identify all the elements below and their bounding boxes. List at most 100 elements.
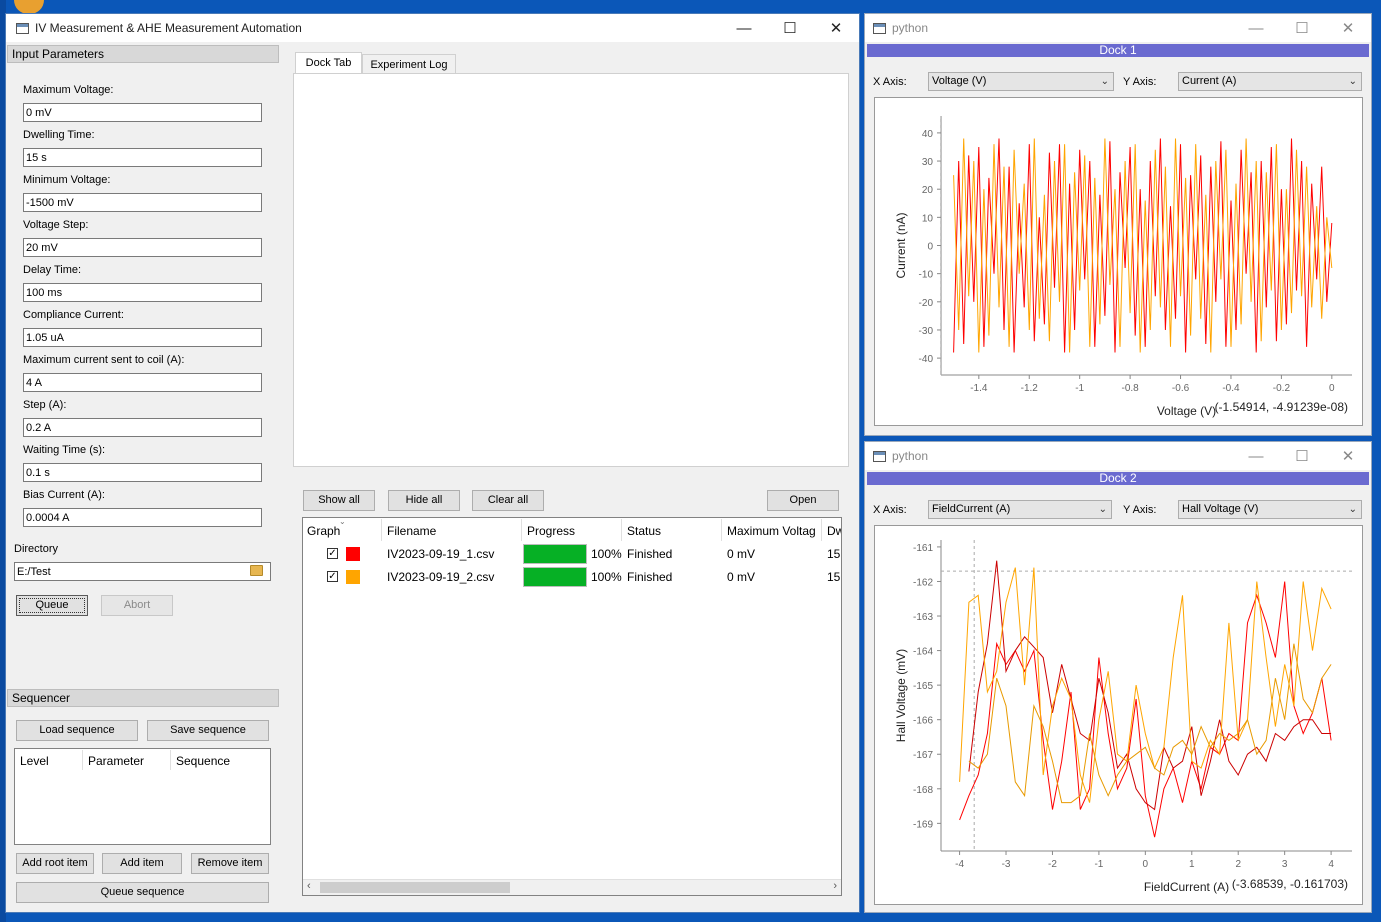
table-row[interactable]: ✓ IV2023-09-19_2.csv 100% Finished 0 mV … bbox=[303, 566, 841, 589]
sequence-col-sequence[interactable]: Sequence bbox=[176, 754, 230, 768]
row-progress-bar bbox=[523, 544, 587, 564]
close-button[interactable]: ✕ bbox=[1325, 14, 1371, 42]
series-line bbox=[959, 567, 1332, 803]
x-tick-label: -0.6 bbox=[1172, 383, 1190, 394]
dock1-bar[interactable]: Dock 1 bbox=[867, 44, 1369, 57]
plot2-area[interactable]: -161 -162 -163 -164 -165 -166 -167 -168 -169 -4 -3… bbox=[874, 525, 1363, 905]
x-tick-label: -0.4 bbox=[1222, 383, 1240, 394]
tab-dock[interactable]: Dock Tab bbox=[295, 52, 362, 74]
param-label: Bias Current (A): bbox=[23, 489, 105, 501]
table-row[interactable]: ✓ IV2023-09-19_1.csv 100% Finished 0 mV … bbox=[303, 543, 841, 566]
param-input[interactable] bbox=[23, 148, 262, 167]
hide-all-button[interactable]: Hide all bbox=[388, 490, 460, 511]
minimize-button[interactable]: — bbox=[1233, 442, 1279, 470]
scrollbar-thumb[interactable] bbox=[320, 882, 510, 893]
directory-input[interactable] bbox=[14, 562, 271, 581]
scroll-right-icon[interactable]: › bbox=[833, 880, 837, 892]
clear-all-button[interactable]: Clear all bbox=[472, 490, 544, 511]
open-button[interactable]: Open bbox=[767, 490, 839, 511]
add-item-button[interactable]: Add item bbox=[102, 853, 182, 874]
y-tick-label: -162 bbox=[913, 577, 933, 588]
y-tick-label: -161 bbox=[913, 543, 933, 554]
queue-sequence-button[interactable]: Queue sequence bbox=[16, 882, 269, 903]
abort-button[interactable]: Abort bbox=[101, 595, 173, 616]
sequence-col-level[interactable]: Level bbox=[20, 754, 49, 768]
x-axis-select[interactable]: Voltage (V) ⌄ bbox=[928, 72, 1114, 91]
y-axis-label: Y Axis: bbox=[1123, 76, 1157, 88]
param-input[interactable] bbox=[23, 418, 262, 437]
load-sequence-button[interactable]: Load sequence bbox=[16, 720, 138, 741]
close-button[interactable]: ✕ bbox=[813, 14, 859, 42]
cursor-readout: (-3.68539, -0.161703) bbox=[1232, 877, 1348, 891]
param-label: Dwelling Time: bbox=[23, 129, 95, 141]
sequence-col-parameter[interactable]: Parameter bbox=[88, 754, 144, 768]
window-title: IV Measurement & AHE Measurement Automat… bbox=[35, 21, 302, 35]
row-color-swatch[interactable] bbox=[346, 547, 360, 561]
folder-icon[interactable] bbox=[250, 565, 263, 576]
param-input[interactable] bbox=[23, 328, 262, 347]
plot1-titlebar[interactable]: python — ☐ ✕ bbox=[865, 14, 1371, 42]
input-parameters-header: Input Parameters bbox=[7, 45, 279, 63]
col-dwell[interactable]: Dw bbox=[827, 524, 841, 538]
plot1-area[interactable]: 40 30 20 10 0 -10 -20 -30 -40 -1.4 -1.2 -1 -0.8 -0.6 -… bbox=[874, 97, 1363, 426]
x-tick-label: -1 bbox=[1075, 383, 1084, 394]
hall-chart[interactable]: -161 -162 -163 -164 -165 -166 -167 -168 -169 -4 -3… bbox=[875, 526, 1362, 904]
y-tick-label: -168 bbox=[913, 785, 933, 796]
y-axis-select[interactable]: Current (A) ⌄ bbox=[1178, 72, 1362, 91]
x-axis-label: X Axis: bbox=[873, 76, 907, 88]
queue-button[interactable]: Queue bbox=[16, 595, 88, 616]
minimize-button[interactable]: — bbox=[721, 14, 767, 42]
add-root-item-button[interactable]: Add root item bbox=[16, 853, 94, 874]
main-titlebar[interactable]: IV Measurement & AHE Measurement Automat… bbox=[6, 14, 859, 42]
row-visible-checkbox[interactable]: ✓ bbox=[327, 548, 338, 559]
row-color-swatch[interactable] bbox=[346, 570, 360, 584]
save-sequence-button[interactable]: Save sequence bbox=[147, 720, 269, 741]
param-label: Voltage Step: bbox=[23, 219, 89, 231]
series-line bbox=[953, 138, 1333, 353]
col-filename[interactable]: Filename bbox=[387, 524, 436, 538]
param-input[interactable] bbox=[23, 463, 262, 482]
dock2-bar[interactable]: Dock 2 bbox=[867, 472, 1369, 485]
column-divider bbox=[82, 750, 83, 770]
row-status: Finished bbox=[627, 547, 673, 561]
param-label: Step (A): bbox=[23, 399, 67, 411]
maximize-button[interactable]: ☐ bbox=[1279, 14, 1325, 42]
y-axis-title: Hall Voltage (mV) bbox=[894, 649, 908, 742]
tab-experiment-log[interactable]: Experiment Log bbox=[362, 54, 456, 74]
col-maximum-voltage[interactable]: Maximum Voltag bbox=[727, 524, 819, 538]
param-input[interactable] bbox=[23, 238, 262, 257]
maximize-button[interactable]: ☐ bbox=[1279, 442, 1325, 470]
scroll-left-icon[interactable]: ‹ bbox=[307, 880, 311, 892]
x-tick-label: 0 bbox=[1143, 859, 1149, 870]
param-input[interactable] bbox=[23, 193, 262, 212]
sequence-tree[interactable]: Level Parameter Sequence bbox=[14, 748, 271, 845]
y-axis-select[interactable]: Hall Voltage (V) ⌄ bbox=[1178, 500, 1362, 519]
x-axis-title: Voltage (V) bbox=[1157, 404, 1216, 418]
plot2-titlebar[interactable]: python — ☐ ✕ bbox=[865, 442, 1371, 470]
close-button[interactable]: ✕ bbox=[1325, 442, 1371, 470]
x-axis-select[interactable]: FieldCurrent (A) ⌄ bbox=[928, 500, 1112, 519]
desktop-app-icon[interactable] bbox=[14, 0, 44, 14]
iv-chart[interactable]: 40 30 20 10 0 -10 -20 -30 -40 -1.4 -1.2 -1 -0.8 -0.6 -… bbox=[875, 98, 1362, 425]
results-table[interactable]: Graph ⌄ Filename Progress Status Maximum… bbox=[302, 517, 842, 896]
maximize-button[interactable]: ☐ bbox=[767, 14, 813, 42]
param-label: Maximum current sent to coil (A): bbox=[23, 354, 185, 366]
param-input[interactable] bbox=[23, 103, 262, 122]
param-input[interactable] bbox=[23, 508, 262, 527]
param-label: Waiting Time (s): bbox=[23, 444, 106, 456]
remove-item-button[interactable]: Remove item bbox=[191, 853, 269, 874]
row-progress-bar bbox=[523, 567, 587, 587]
col-graph[interactable]: Graph bbox=[307, 524, 340, 538]
x-tick-label: -3 bbox=[1002, 859, 1011, 870]
show-all-button[interactable]: Show all bbox=[303, 490, 375, 511]
row-visible-checkbox[interactable]: ✓ bbox=[327, 571, 338, 582]
param-input[interactable] bbox=[23, 373, 262, 392]
plot-window-1: python — ☐ ✕ Dock 1 X Axis: Voltage (V) ⌄… bbox=[864, 13, 1372, 436]
param-input[interactable] bbox=[23, 283, 262, 302]
col-progress[interactable]: Progress bbox=[527, 524, 575, 538]
x-tick-label: -4 bbox=[955, 859, 964, 870]
col-status[interactable]: Status bbox=[627, 524, 661, 538]
sequencer-header: Sequencer bbox=[7, 689, 279, 707]
horizontal-scrollbar[interactable]: ‹ › bbox=[303, 879, 841, 895]
minimize-button[interactable]: — bbox=[1233, 14, 1279, 42]
